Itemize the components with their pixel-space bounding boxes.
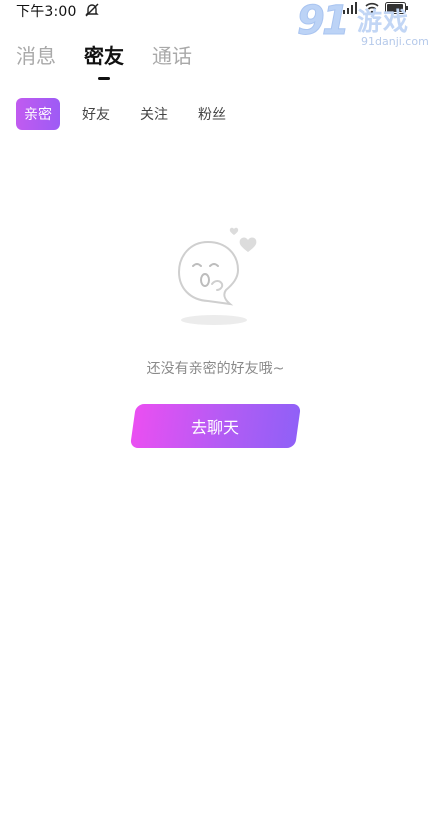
ghost-kiss-icon (177, 227, 257, 325)
go-chat-button[interactable]: 去聊天 (129, 404, 302, 448)
top-tabs: 消息 密友 通话 (16, 40, 192, 80)
watermark-number: 91 (297, 0, 351, 45)
tab-messages[interactable]: 消息 (16, 40, 56, 69)
subtab-friends[interactable]: 好友 (74, 98, 118, 130)
subtab-intimate[interactable]: 亲密 (16, 98, 60, 130)
watermark-url: 91danji.com (361, 35, 429, 48)
sub-tabs: 亲密 好友 关注 粉丝 (16, 98, 234, 130)
subtab-following[interactable]: 关注 (132, 98, 176, 130)
status-time: 下午3:00 (16, 4, 77, 20)
tab-label: 密友 (84, 44, 124, 68)
go-chat-button-label: 去聊天 (191, 418, 240, 437)
tab-label: 消息 (16, 44, 56, 68)
tab-calls[interactable]: 通话 (152, 40, 192, 69)
watermark-logo: 91 游戏 91danji.com (297, 0, 429, 54)
tab-friends[interactable]: 密友 (84, 40, 124, 80)
tab-label: 通话 (152, 44, 192, 68)
tab-active-indicator (98, 77, 110, 80)
mute-bell-icon (85, 3, 99, 17)
empty-state-message: 还没有亲密的好友哦~ (146, 361, 285, 377)
watermark-text: 游戏 (357, 7, 410, 36)
subtab-fans[interactable]: 粉丝 (190, 98, 234, 130)
